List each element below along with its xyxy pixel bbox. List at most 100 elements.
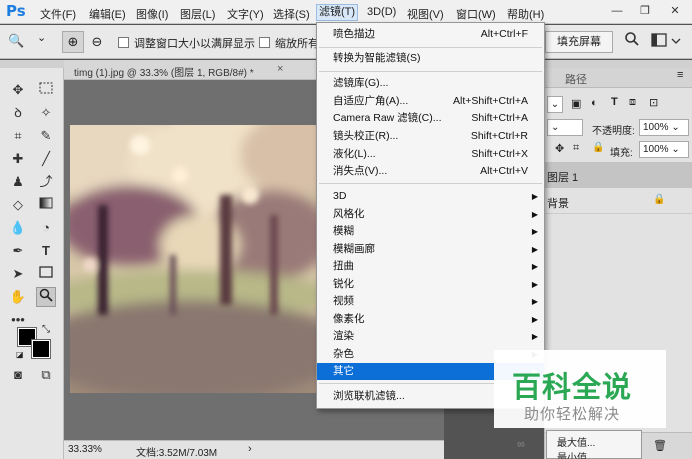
- menu-item-adaptive-wide-angle[interactable]: 自适应广角(A)... Alt+Shift+Ctrl+A: [317, 93, 544, 110]
- menu-edit[interactable]: 编辑(E): [89, 6, 126, 22]
- magic-wand-tool-icon[interactable]: ✧: [36, 103, 56, 123]
- fill-field[interactable]: 100% ⌄: [639, 141, 689, 158]
- gradient-tool-icon[interactable]: [36, 195, 56, 215]
- screen-mode-icon[interactable]: ⧉: [36, 365, 56, 385]
- lock-position-icon[interactable]: ✥: [555, 142, 564, 155]
- more-tools-icon[interactable]: •••: [8, 310, 28, 330]
- zoom-tool-icon[interactable]: 🔍: [8, 33, 24, 49]
- marquee-tool-icon[interactable]: [36, 80, 56, 100]
- dodge-tool-icon[interactable]: ◔: [36, 218, 56, 238]
- menu-item-camera-raw[interactable]: Camera Raw 滤镜(C)... Shift+Ctrl+A: [317, 110, 544, 127]
- layer-row-selected[interactable]: 图层 1: [545, 162, 692, 188]
- type-tool-icon[interactable]: T: [36, 241, 56, 261]
- quick-mask-icon[interactable]: ◙: [8, 365, 28, 385]
- pen-tool-icon[interactable]: ✒: [8, 241, 28, 261]
- search-icon[interactable]: [624, 30, 642, 50]
- submenu-item-minimum[interactable]: 最小值...: [557, 449, 595, 459]
- menu-filter[interactable]: 滤镜(T): [316, 4, 359, 21]
- menu-item-sharpen[interactable]: 锐化 ▶: [317, 276, 544, 293]
- image-filter-icon[interactable]: ▣: [571, 97, 581, 110]
- link-icon[interactable]: ∞: [517, 438, 525, 450]
- zoom-tool-selected-icon[interactable]: [36, 287, 56, 307]
- menu-select[interactable]: 选择(S): [273, 6, 310, 22]
- shape-filter-icon[interactable]: ⧈: [629, 96, 636, 109]
- panel-header[interactable]: [545, 60, 692, 68]
- menu-item-render[interactable]: 渲染 ▶: [317, 328, 544, 345]
- lasso-tool-icon[interactable]: ꝺ: [8, 103, 28, 123]
- resize-windows-checkbox[interactable]: [118, 37, 129, 48]
- smart-object-filter-icon[interactable]: ⊡: [649, 96, 658, 109]
- menu-window[interactable]: 窗口(W): [456, 6, 496, 22]
- delete-layer-icon[interactable]: 🗑: [653, 439, 667, 452]
- menu-separator: [319, 71, 542, 72]
- path-selection-tool-icon[interactable]: ➤: [8, 264, 28, 284]
- menu-3d[interactable]: 3D(D): [367, 6, 396, 18]
- menu-layer[interactable]: 图层(L): [180, 6, 215, 22]
- blend-mode-dropdown[interactable]: ⌄: [547, 119, 583, 136]
- menu-item-filter-gallery[interactable]: 滤镜库(G)...: [317, 75, 544, 92]
- hand-tool-icon[interactable]: ✋: [8, 287, 28, 307]
- eyedropper-tool-icon[interactable]: ✎: [36, 126, 56, 146]
- document-image[interactable]: [70, 125, 316, 393]
- menu-item-distort[interactable]: 扭曲 ▶: [317, 258, 544, 275]
- eraser-tool-icon[interactable]: ◇: [8, 195, 28, 215]
- brush-tool-icon[interactable]: ╱: [36, 149, 56, 169]
- menu-item-lens-correction[interactable]: 镜头校正(R)... Shift+Ctrl+R: [317, 128, 544, 145]
- background-lock-icon: 🔒: [653, 194, 666, 205]
- menu-item-video[interactable]: 视频 ▶: [317, 293, 544, 310]
- watermark-subtitle: 助你轻松解决: [524, 406, 621, 423]
- menu-file[interactable]: 文件(F): [40, 6, 76, 22]
- zoom-all-checkbox[interactable]: [259, 37, 270, 48]
- rectangle-tool-icon[interactable]: [36, 264, 56, 284]
- layer-row-background[interactable]: 背景 🔒: [545, 188, 692, 214]
- status-zoom[interactable]: 33.33%: [68, 444, 102, 455]
- opacity-field[interactable]: 100% ⌄: [639, 119, 689, 136]
- fill-screen-button[interactable]: 填充屏幕: [545, 31, 613, 53]
- menu-item-liquify[interactable]: 液化(L)... Shift+Ctrl+X: [317, 146, 544, 163]
- zoom-in-icon[interactable]: ⊕: [62, 31, 84, 53]
- panel-menu-icon[interactable]: ≡: [677, 69, 683, 81]
- filter-kind-dropdown[interactable]: ⌄: [547, 96, 563, 113]
- workspace-icon[interactable]: [651, 32, 685, 52]
- menu-item-3d[interactable]: 3D ▶: [317, 188, 544, 205]
- menu-item-blur-gallery[interactable]: 模糊画廊 ▶: [317, 241, 544, 258]
- document-tab[interactable]: timg (1).jpg @ 33.3% (图层 1, RGB/8#) * ×: [64, 60, 316, 80]
- chevron-down-icon[interactable]: ⌄: [37, 31, 46, 44]
- menu-view[interactable]: 视图(V): [407, 6, 444, 22]
- menu-type[interactable]: 文字(Y): [227, 6, 264, 22]
- lock-all-icon[interactable]: 🔒: [592, 142, 604, 153]
- menu-separator: [319, 183, 542, 184]
- minimize-icon[interactable]: —: [606, 2, 628, 20]
- crop-tool-icon[interactable]: ⌗: [8, 126, 28, 146]
- status-doc-size: 文档:3.52M/7.03M: [136, 448, 218, 459]
- history-brush-tool-icon[interactable]: ⤴: [36, 172, 56, 192]
- fill-label: 填充:: [610, 148, 633, 159]
- tab-paths[interactable]: 路径: [565, 71, 587, 87]
- menu-item-blur[interactable]: 模糊 ▶: [317, 223, 544, 240]
- menu-image[interactable]: 图像(I): [136, 6, 168, 22]
- submenu-item-maximum[interactable]: 最大值...: [557, 434, 595, 449]
- close-icon[interactable]: ✕: [664, 2, 686, 20]
- default-colors-icon[interactable]: ◪: [16, 350, 24, 359]
- swap-colors-icon[interactable]: ⤡: [42, 324, 50, 335]
- menu-help[interactable]: 帮助(H): [507, 6, 544, 22]
- move-tool-icon[interactable]: ✥: [8, 80, 28, 100]
- restore-icon[interactable]: ❐: [634, 2, 656, 20]
- background-color-swatch[interactable]: [31, 339, 51, 359]
- zoom-all-label: 缩放所有: [275, 38, 319, 50]
- healing-brush-tool-icon[interactable]: ✚: [8, 149, 28, 169]
- document-close-icon[interactable]: ×: [277, 63, 283, 75]
- lock-artboard-icon[interactable]: ⌗: [573, 142, 579, 155]
- type-filter-icon[interactable]: T: [611, 96, 618, 108]
- menu-item-vanishing-point[interactable]: 消失点(V)... Alt+Ctrl+V: [317, 163, 544, 180]
- zoom-out-icon[interactable]: ⊖: [86, 31, 108, 53]
- blur-tool-icon[interactable]: 💧: [8, 218, 28, 238]
- status-menu-arrow[interactable]: ›: [248, 443, 252, 455]
- clone-stamp-tool-icon[interactable]: ♟: [8, 172, 28, 192]
- tools-panel-header[interactable]: [0, 60, 64, 68]
- menu-item-stylize[interactable]: 风格化 ▶: [317, 206, 544, 223]
- menu-item-pixelate[interactable]: 像素化 ▶: [317, 311, 544, 328]
- menu-item-last-filter[interactable]: 喷色描边 Alt+Ctrl+F: [317, 26, 544, 43]
- menu-item-convert-smart-filter[interactable]: 转换为智能滤镜(S): [317, 50, 544, 67]
- adjustment-filter-icon[interactable]: ◐: [591, 97, 598, 109]
